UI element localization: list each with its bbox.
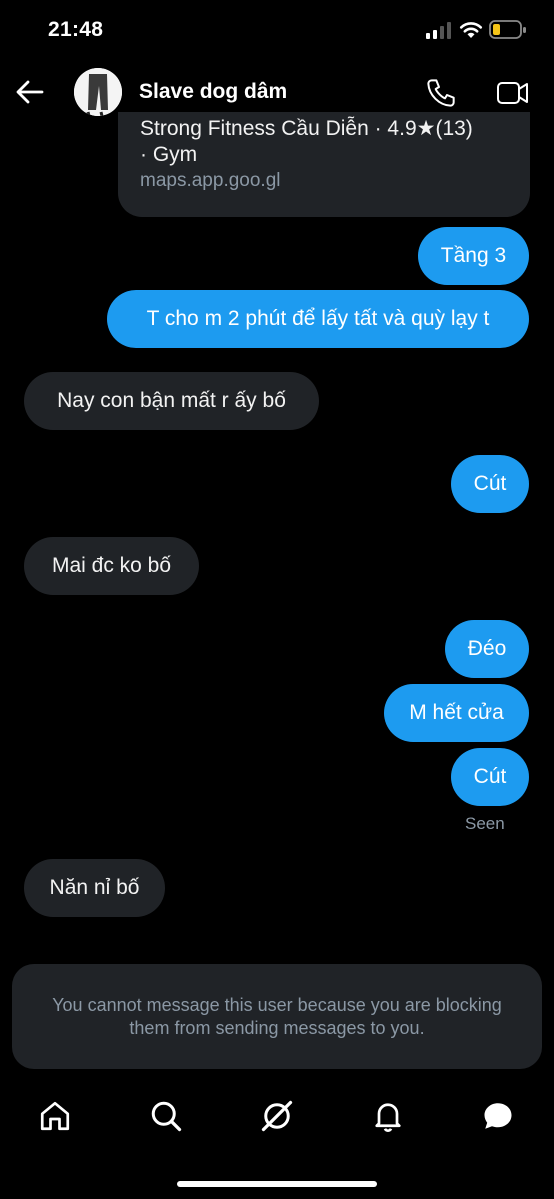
message-bubble-incoming[interactable]: Mai đc ko bố [24, 537, 199, 595]
avatar-image [74, 68, 122, 116]
phone-call-icon[interactable] [425, 77, 457, 109]
home-indicator [177, 1181, 377, 1187]
seen-indicator: Seen [465, 814, 505, 833]
status-time: 21:48 [48, 18, 104, 41]
message-bubble-incoming[interactable]: Nay con bận mất r ấy bố [24, 372, 319, 430]
message-bubble-outgoing[interactable]: Cút [451, 748, 529, 806]
messages-icon[interactable] [480, 1098, 516, 1134]
message-bubble-outgoing[interactable]: Đéo [445, 620, 529, 678]
cellular-signal-icon [426, 22, 451, 39]
search-icon[interactable] [148, 1098, 184, 1134]
blocked-notice: You cannot message this user because you… [12, 964, 542, 1069]
link-preview-title: Strong Fitness Cầu Diễn · 4.9★(13) [140, 117, 473, 140]
message-bubble-incoming[interactable]: Năn nỉ bố [24, 859, 165, 917]
link-preview-subtitle: · Gym [140, 143, 198, 166]
link-preview-card[interactable]: Strong Fitness Cầu Diễn · 4.9★(13) · Gym… [118, 112, 530, 217]
conversation-title[interactable]: Slave dog dâm [139, 80, 287, 104]
home-icon[interactable] [37, 1098, 73, 1134]
message-bubble-outgoing[interactable]: Cút [451, 455, 529, 513]
message-bubble-outgoing[interactable]: T cho m 2 phút để lấy tất và quỳ lạy t [107, 290, 529, 348]
link-preview-url: maps.app.goo.gl [140, 170, 281, 191]
notifications-icon[interactable] [370, 1098, 406, 1134]
video-call-icon[interactable] [495, 78, 531, 108]
back-arrow-icon[interactable] [14, 78, 46, 106]
battery-icon [489, 20, 526, 39]
grok-icon[interactable] [259, 1098, 295, 1134]
avatar[interactable] [74, 68, 122, 116]
message-bubble-outgoing[interactable]: Tầng 3 [418, 227, 529, 285]
message-bubble-outgoing[interactable]: M hết cửa [384, 684, 529, 742]
wifi-icon [459, 22, 483, 38]
